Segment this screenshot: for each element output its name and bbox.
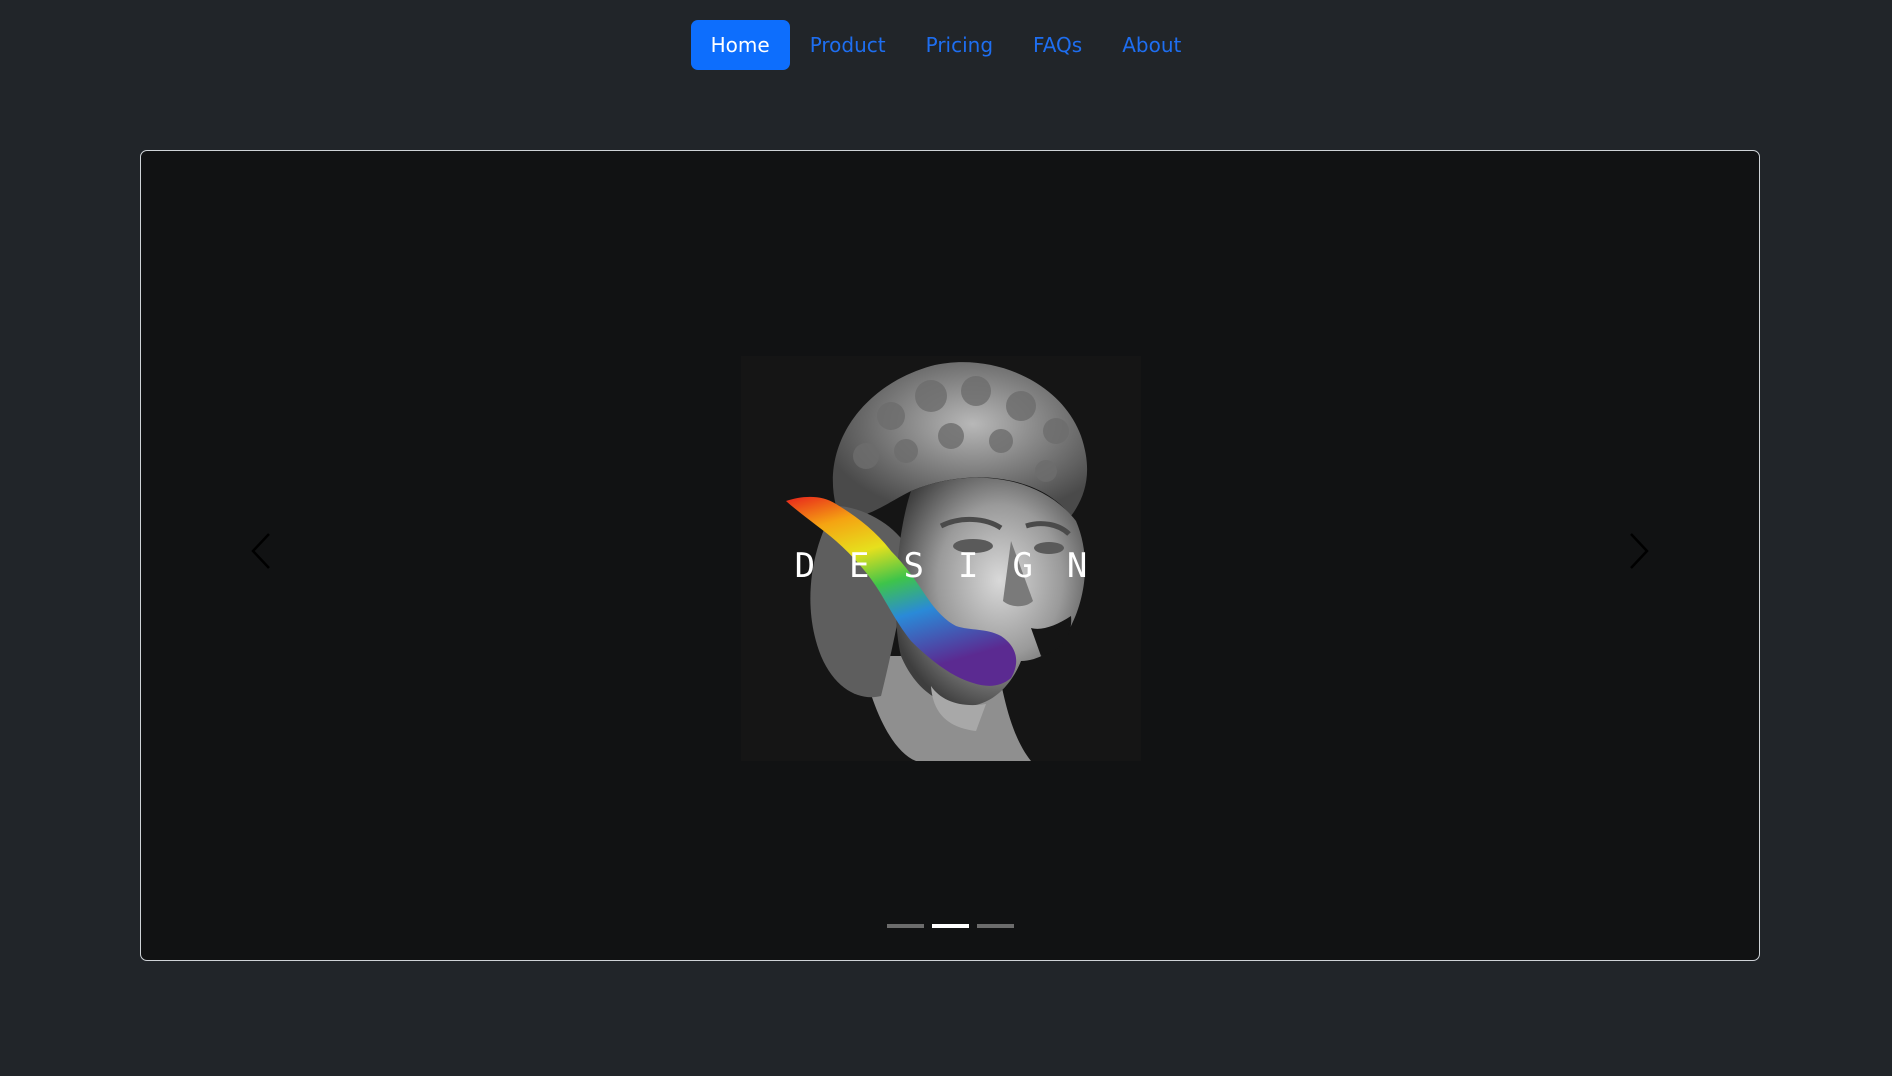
nav-pills: Home Product Pricing FAQs About xyxy=(690,20,1202,70)
carousel-next-button[interactable] xyxy=(1599,511,1679,591)
top-navigation: Home Product Pricing FAQs About xyxy=(0,20,1892,70)
carousel-prev-button[interactable] xyxy=(221,511,301,591)
nav-item-product[interactable]: Product xyxy=(790,20,906,70)
carousel-indicator-2[interactable] xyxy=(931,924,969,928)
nav-item-pricing[interactable]: Pricing xyxy=(906,20,1013,70)
image-carousel: DESIGN xyxy=(140,150,1760,961)
carousel-indicators xyxy=(141,924,1759,928)
chevron-right-icon xyxy=(1630,533,1649,569)
nav-item-home[interactable]: Home xyxy=(690,20,790,70)
slide-caption: DESIGN xyxy=(794,546,1122,586)
carousel-indicator-1[interactable] xyxy=(886,924,924,928)
carousel-indicator-3[interactable] xyxy=(976,924,1014,928)
chevron-left-icon xyxy=(251,533,270,569)
nav-item-about[interactable]: About xyxy=(1102,20,1201,70)
nav-item-faqs[interactable]: FAQs xyxy=(1013,20,1102,70)
